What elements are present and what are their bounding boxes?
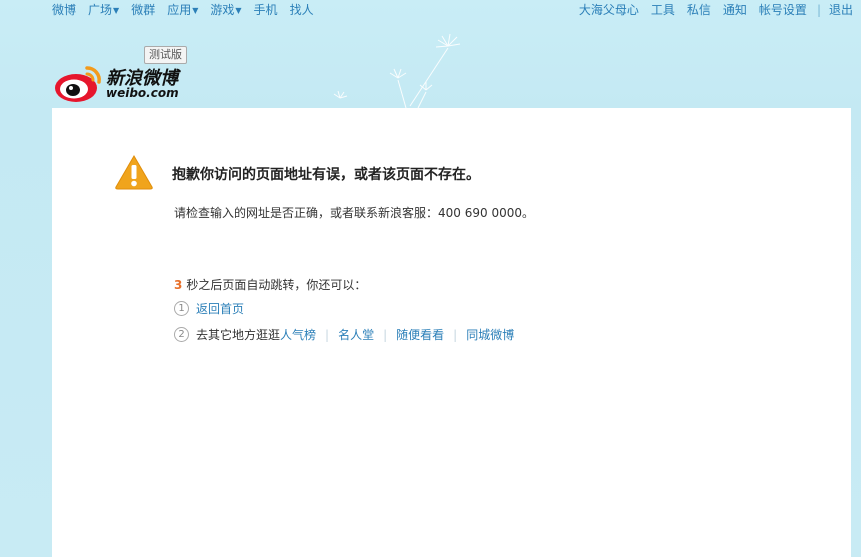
explore-prefix: 去其它地方逛逛 bbox=[196, 328, 281, 342]
nav-tools[interactable]: 工具 bbox=[651, 2, 675, 18]
link-separator: | bbox=[383, 327, 388, 342]
nav-left: 微博 广场▼ 微群 应用▼ 游戏▼ 手机 找人 bbox=[52, 2, 326, 19]
redirect-text: 秒之后页面自动跳转，你还可以： bbox=[186, 278, 367, 292]
nav-games[interactable]: 游戏▼ bbox=[210, 2, 241, 19]
nav-square-label: 广场 bbox=[88, 3, 113, 17]
option-number-1-icon: 1 bbox=[174, 301, 189, 316]
option-number-2-icon: 2 bbox=[174, 327, 189, 342]
local-weibo-link[interactable]: 同城微博 bbox=[466, 326, 514, 343]
nav-weibo-label: 微博 bbox=[52, 3, 77, 17]
redirect-notice: 3 秒之后页面自动跳转，你还可以： bbox=[174, 276, 366, 293]
nav-games-label: 游戏 bbox=[210, 3, 235, 17]
nav-username[interactable]: 大海父母心 bbox=[579, 2, 639, 18]
chevron-down-icon: ▼ bbox=[192, 6, 199, 15]
error-title: 抱歉你访问的页面地址有误，或者该页面不存在。 bbox=[172, 167, 480, 183]
service-phone: 400 690 0000 bbox=[438, 206, 522, 220]
nav-find-people-label: 找人 bbox=[289, 3, 314, 17]
top-nav: 微博 广场▼ 微群 应用▼ 游戏▼ 手机 找人 大海父母心 工具 私信 通知 帐… bbox=[0, 0, 861, 22]
back-home-link[interactable]: 返回首页 bbox=[196, 300, 244, 317]
nav-logout[interactable]: 退出 bbox=[829, 2, 853, 18]
error-panel: 抱歉你访问的页面地址有误，或者该页面不存在。 请检查输入的网址是否正确，或者联系… bbox=[52, 108, 851, 557]
link-separator: | bbox=[325, 327, 330, 342]
hall-of-fame-link[interactable]: 名人堂 bbox=[338, 326, 374, 343]
nav-find-people[interactable]: 找人 bbox=[290, 2, 314, 19]
option-home: 1 返回首页 bbox=[174, 300, 244, 317]
chevron-down-icon: ▼ bbox=[113, 6, 120, 15]
weibo-logo[interactable]: 新浪微博 weibo.com bbox=[54, 58, 194, 104]
error-description-end: 。 bbox=[522, 206, 535, 220]
countdown-seconds: 3 bbox=[174, 278, 183, 292]
logo-domain: weibo.com bbox=[106, 86, 179, 100]
warning-icon bbox=[115, 155, 153, 190]
popular-ranking-link[interactable]: 人气榜 bbox=[280, 326, 316, 343]
nav-square[interactable]: 广场▼ bbox=[88, 2, 119, 19]
error-description: 请检查输入的网址是否正确，或者联系新浪客服：400 690 0000。 bbox=[174, 204, 534, 221]
dandelion-decoration bbox=[333, 33, 461, 109]
nav-mobile-label: 手机 bbox=[253, 3, 278, 17]
nav-messages[interactable]: 私信 bbox=[687, 2, 711, 18]
link-separator: | bbox=[453, 327, 458, 342]
nav-apps-label: 应用 bbox=[167, 3, 192, 17]
option-explore: 2 去其它地方逛逛 人气榜 | 名人堂 | 随便看看 | 同城微博 bbox=[174, 326, 514, 343]
nav-notifications[interactable]: 通知 bbox=[723, 2, 747, 18]
nav-weibo[interactable]: 微博 bbox=[52, 2, 76, 19]
nav-apps[interactable]: 应用▼ bbox=[167, 2, 198, 19]
nav-separator: | bbox=[816, 3, 821, 17]
weibo-eye-icon bbox=[55, 66, 101, 102]
nav-groups-label: 微群 bbox=[131, 3, 156, 17]
nav-mobile[interactable]: 手机 bbox=[254, 2, 278, 19]
random-browse-link[interactable]: 随便看看 bbox=[396, 326, 444, 343]
nav-right: 大海父母心 工具 私信 通知 帐号设置 | 退出 bbox=[567, 2, 853, 18]
error-description-text: 请检查输入的网址是否正确，或者联系新浪客服： bbox=[174, 206, 439, 220]
nav-account-settings[interactable]: 帐号设置 bbox=[759, 2, 807, 18]
beta-badge: 测试版 bbox=[144, 46, 187, 64]
nav-groups[interactable]: 微群 bbox=[131, 2, 155, 19]
chevron-down-icon: ▼ bbox=[235, 6, 242, 15]
